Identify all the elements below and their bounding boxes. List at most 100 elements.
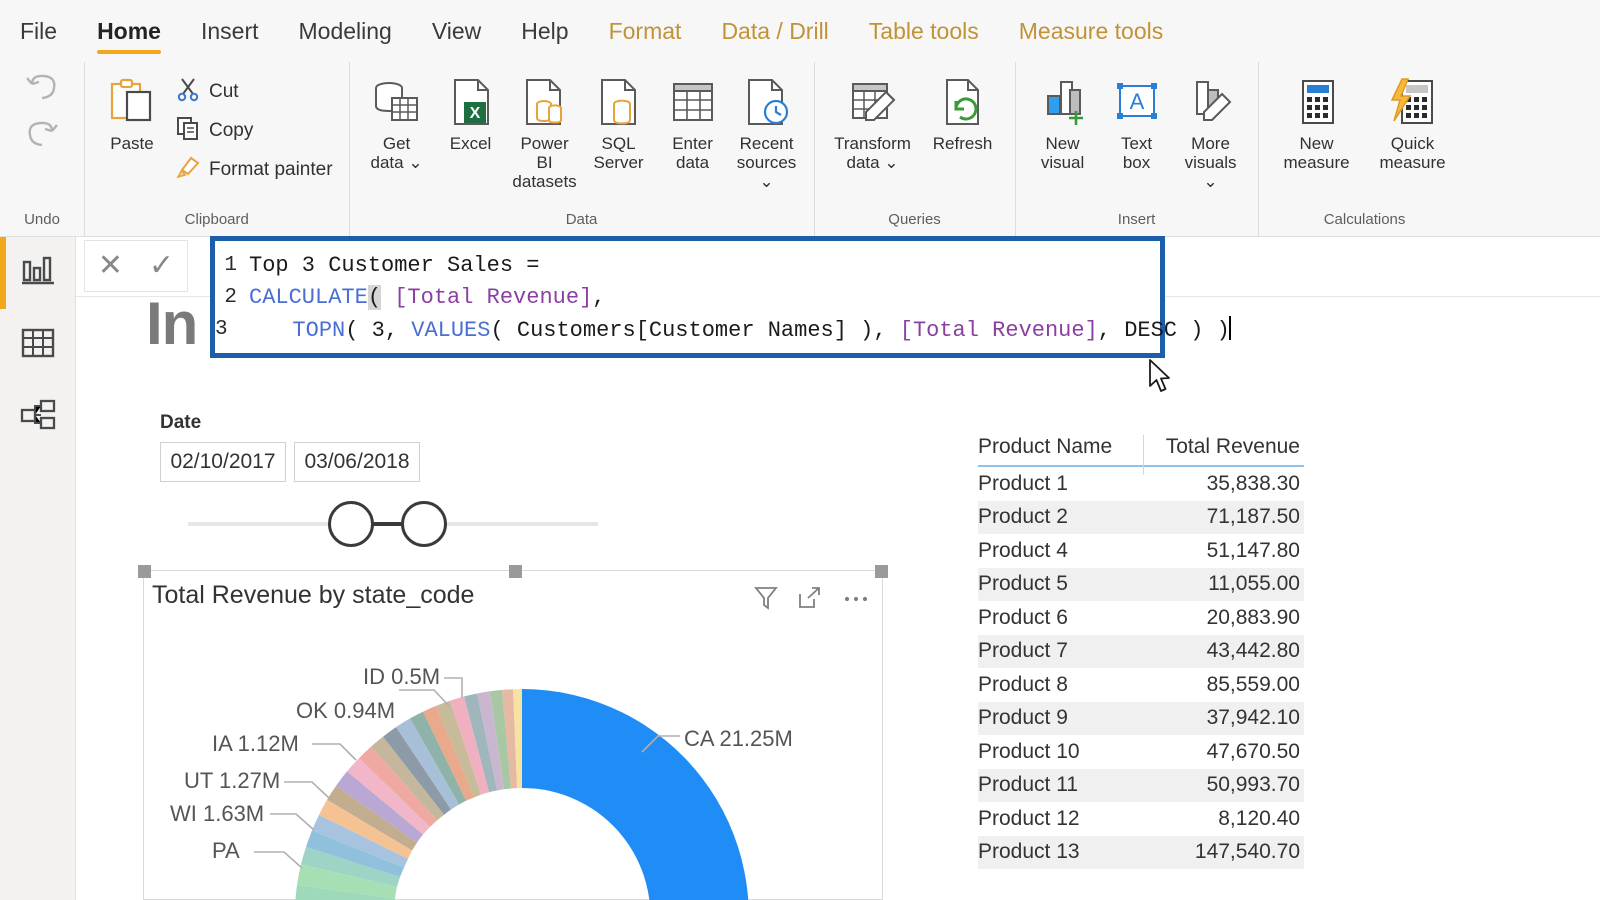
- cut-button[interactable]: Cut: [169, 72, 339, 111]
- ribbon-group-undo: Undo: [0, 62, 84, 236]
- dax-formula-editor[interactable]: 1 Top 3 Customer Sales = 2 CALCULATE( [Tota…: [210, 236, 1231, 358]
- ribbon-group-label-data: Data: [565, 211, 598, 228]
- column-header-total-revenue[interactable]: Total Revenue: [1143, 435, 1304, 459]
- cell-product-name: Product 1: [978, 471, 1068, 495]
- excel-button[interactable]: X Excel: [434, 70, 508, 157]
- undo-arrow-icon[interactable]: [22, 70, 62, 111]
- table-body: Product 1 35,838.30 Product 2 71,187.50 Prod…: [978, 467, 1304, 869]
- table-row[interactable]: Product 8 85,559.00: [978, 668, 1304, 702]
- sql-server-button[interactable]: SQL Server: [582, 70, 656, 176]
- ribbon-tab-data-drill[interactable]: Data / Drill: [701, 0, 848, 62]
- ribbon-tab-help[interactable]: Help: [501, 0, 588, 62]
- table-row[interactable]: Product 9 37,942.10: [978, 701, 1304, 735]
- dax-token: CALCULATE: [249, 284, 368, 310]
- calculator-icon: [1290, 74, 1344, 132]
- table-row[interactable]: Product 6 20,883.90: [978, 601, 1304, 635]
- table-row[interactable]: Product 5 11,055.00: [978, 567, 1304, 601]
- donut-chart-visual[interactable]: Total Revenue by state_code OK 0.94M ID …: [138, 565, 888, 900]
- new-measure-button[interactable]: New measure: [1269, 70, 1365, 176]
- cell-total-revenue: 37,942.10: [1206, 706, 1300, 730]
- ribbon-tab-file[interactable]: File: [0, 0, 77, 62]
- ribbon-tab-format[interactable]: Format: [589, 0, 702, 62]
- powerbi-datasets-button[interactable]: Power BI datasets: [508, 70, 582, 195]
- cell-total-revenue: 20,883.90: [1206, 605, 1300, 629]
- commit-formula-icon[interactable]: ✓: [149, 251, 174, 281]
- quick-measure-icon: [1386, 74, 1440, 132]
- cell-total-revenue: 71,187.50: [1206, 505, 1300, 529]
- new-visual-icon: [1036, 74, 1090, 132]
- slicer-track[interactable]: [188, 501, 598, 547]
- dax-token: TOPN: [292, 317, 346, 343]
- sidebar-item-report-view[interactable]: [0, 237, 76, 309]
- ribbon-tab-home[interactable]: Home: [77, 0, 181, 62]
- paste-button[interactable]: Paste: [95, 70, 169, 157]
- dax-line-code: CALCULATE( [Total Revenue],: [249, 284, 605, 310]
- text-box-button[interactable]: A Text box: [1100, 70, 1174, 176]
- cell-product-name: Product 4: [978, 538, 1068, 562]
- slicer-handle-left[interactable]: [328, 501, 374, 547]
- format-painter-button[interactable]: Format painter: [169, 150, 339, 189]
- filter-icon[interactable]: [754, 585, 778, 616]
- get-data-icon: [370, 74, 424, 132]
- table-row[interactable]: Product 10 47,670.50: [978, 735, 1304, 769]
- column-header-product-name[interactable]: Product Name: [978, 435, 1143, 459]
- table-row[interactable]: Product 4 51,147.80: [978, 534, 1304, 568]
- ribbon-group-queries: Transform data ⌄ Refresh Queries: [813, 62, 1015, 236]
- slicer-end-date-input[interactable]: 03/06/2018: [294, 442, 420, 482]
- enter-data-button[interactable]: Enter data: [656, 70, 730, 176]
- refresh-button[interactable]: Refresh: [921, 70, 1005, 157]
- table-row[interactable]: Product 11 50,993.70: [978, 768, 1304, 802]
- cancel-formula-icon[interactable]: ✕: [98, 251, 123, 281]
- table-row[interactable]: Product 1 35,838.30: [978, 467, 1304, 501]
- slicer-handle-right[interactable]: [401, 501, 447, 547]
- sql-server-icon: [592, 74, 646, 132]
- ribbon-group-label-queries: Queries: [888, 211, 941, 228]
- cell-product-name: Product 10: [978, 739, 1080, 763]
- copy-button[interactable]: Copy: [169, 111, 339, 150]
- table-row[interactable]: Product 12 8,120.40: [978, 802, 1304, 836]
- get-data-button[interactable]: Get data ⌄: [360, 70, 434, 176]
- dax-line-code: Top 3 Customer Sales =: [249, 253, 539, 278]
- recent-sources-button[interactable]: Recent sources ⌄: [730, 70, 804, 195]
- cell-product-name: Product 2: [978, 505, 1068, 529]
- visual-title: Total Revenue by state_code: [152, 581, 475, 609]
- ribbon-tab-table-tools[interactable]: Table tools: [849, 0, 999, 62]
- dax-token: VALUES: [411, 317, 491, 343]
- table-visual[interactable]: Product Name Total Revenue Product 1 35,8…: [978, 435, 1304, 869]
- text-box-label: Text box: [1120, 134, 1153, 173]
- slicer-start-date-input[interactable]: 02/10/2017: [160, 442, 286, 482]
- copy-icon: [175, 115, 201, 146]
- dax-token: [381, 285, 394, 310]
- cell-product-name: Product 6: [978, 605, 1068, 629]
- table-row[interactable]: Product 7 43,442.80: [978, 634, 1304, 668]
- cut-label: Cut: [209, 80, 239, 102]
- ribbon-tab-insert[interactable]: Insert: [181, 0, 279, 62]
- ribbon-tab-bar: File Home Insert Modeling View Help Format Data…: [0, 0, 1600, 62]
- transform-data-button[interactable]: Transform data ⌄: [825, 70, 921, 176]
- dax-line: 3 TOPN( 3, VALUES( Customers[Customer Na…: [215, 313, 1231, 345]
- more-visuals-button[interactable]: More visuals ⌄: [1174, 70, 1248, 195]
- dax-token: (: [490, 317, 517, 343]
- redo-arrow-icon[interactable]: [22, 117, 62, 158]
- more-options-icon[interactable]: [842, 585, 870, 616]
- cell-product-name: Product 11: [978, 773, 1079, 797]
- new-measure-label: New measure: [1283, 134, 1350, 173]
- ribbon-tab-measure-tools[interactable]: Measure tools: [999, 0, 1183, 62]
- date-slicer: Date 02/10/2017 03/06/2018: [160, 412, 610, 547]
- mouse-cursor: [1148, 358, 1174, 396]
- table-header-row: Product Name Total Revenue: [978, 435, 1304, 475]
- sidebar-item-model-view[interactable]: [0, 381, 76, 453]
- new-visual-button[interactable]: New visual: [1026, 70, 1100, 176]
- donut-leader-lines: [254, 677, 680, 869]
- table-row[interactable]: Product 2 71,187.50: [978, 500, 1304, 534]
- quick-measure-button[interactable]: Quick measure: [1365, 70, 1461, 176]
- dax-line: 2 CALCULATE( [Total Revenue],: [215, 281, 1160, 313]
- powerbi-datasets-label: Power BI datasets: [512, 134, 577, 192]
- focus-mode-icon[interactable]: [798, 585, 822, 616]
- ribbon-tab-view[interactable]: View: [412, 0, 501, 62]
- cell-product-name: Product 7: [978, 639, 1068, 663]
- sidebar-item-data-view[interactable]: [0, 309, 76, 381]
- ribbon-tab-modeling[interactable]: Modeling: [279, 0, 412, 62]
- paste-label: Paste: [110, 134, 154, 153]
- table-row[interactable]: Product 13 147,540.70: [978, 835, 1304, 869]
